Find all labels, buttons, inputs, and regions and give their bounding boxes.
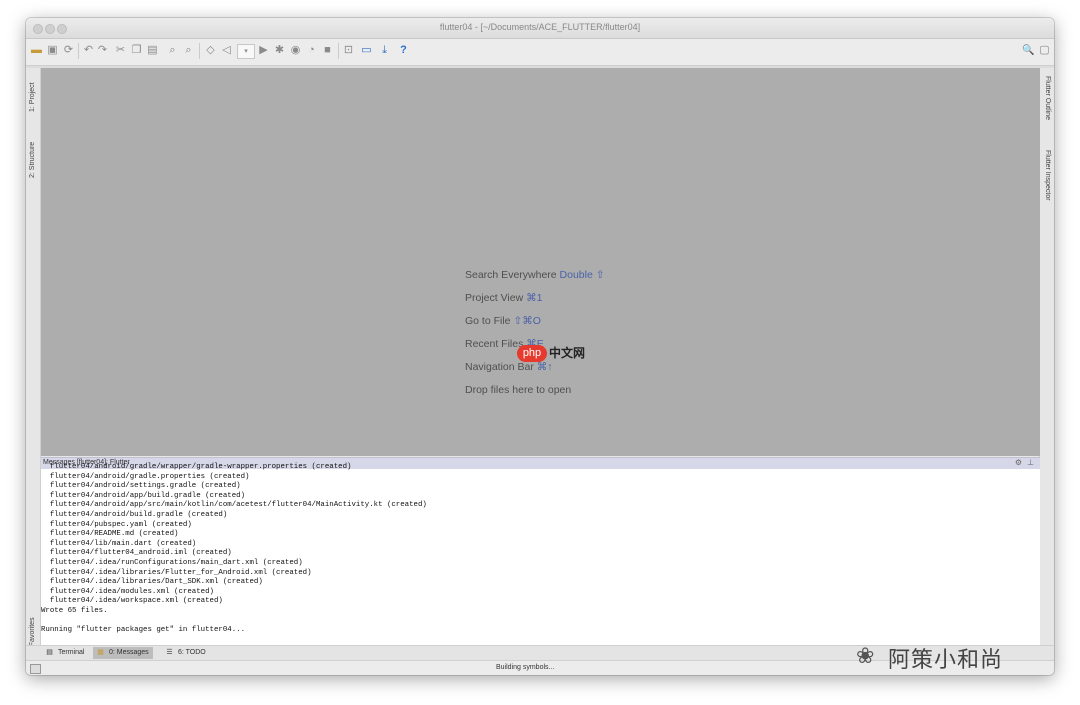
console-line: flutter04/android/gradle/wrapper/gradle-… — [41, 463, 352, 471]
console-line: flutter04/android/settings.gradle (creat… — [41, 482, 241, 491]
todo-icon: ☰ — [166, 649, 173, 656]
editor-hints: Search Everywhere Double ⇧ Project View … — [465, 264, 605, 402]
messages-console[interactable]: flutter04/android/gradle/wrapper/gradle-… — [41, 463, 1040, 645]
profile-icon[interactable]: ◔ — [305, 44, 318, 57]
flutter-outline-tab[interactable]: Flutter Outline — [1044, 76, 1051, 120]
search-icon[interactable]: 🔍 — [1022, 44, 1035, 57]
terminal-icon: ▤ — [46, 649, 53, 656]
copy-icon[interactable]: ❐ — [130, 44, 143, 57]
left-tool-strip: 1: Project 2: Structure 2: Favorites — [26, 68, 41, 656]
download-icon[interactable]: ⤓ — [378, 44, 391, 57]
hint-search-everywhere: Search Everywhere Double ⇧ — [465, 269, 605, 281]
run-icon[interactable]: ▶ — [257, 44, 270, 57]
console-line: flutter04/README.md (created) — [41, 530, 179, 539]
build-icon[interactable]: ◁ — [220, 44, 233, 57]
messages-icon: ▦ — [97, 649, 104, 656]
account-name: 阿策小和尚 — [888, 647, 1004, 672]
profile-avatar-icon[interactable]: ▢ — [1038, 44, 1051, 57]
back-icon[interactable]: ↶ — [82, 44, 95, 57]
toolbar-separator — [78, 43, 79, 59]
console-line: flutter04/android/app/build.gradle (crea… — [41, 491, 246, 500]
structure-tab[interactable]: 2: Structure — [29, 142, 36, 178]
hint-go-to-file: Go to File ⇧⌘O — [465, 315, 541, 327]
console-line: flutter04/.idea/libraries/Flutter_for_An… — [41, 568, 312, 577]
console-line: flutter04/.idea/runConfigurations/main_d… — [41, 559, 303, 567]
save-icon[interactable]: ▣ — [46, 44, 59, 57]
open-icon[interactable]: ▬ — [30, 44, 43, 57]
find-icon[interactable]: ⌕ — [166, 44, 179, 57]
messages-tab[interactable]: ▦ 0: Messages — [93, 647, 153, 659]
todo-tab[interactable]: ☰ 6: TODO — [162, 647, 210, 659]
console-line: flutter04/.idea/libraries/Dart_SDK.xml (… — [41, 578, 263, 587]
cut-icon[interactable]: ✂ — [114, 44, 127, 57]
sdk-icon[interactable]: ⊡ — [342, 44, 355, 57]
console-line: flutter04/pubspec.yaml (created) — [41, 520, 192, 529]
title-bar: flutter04 - [~/Documents/ACE_FLUTTER/flu… — [26, 18, 1054, 39]
editor-empty-area[interactable]: Search Everywhere Double ⇧ Project View … — [41, 68, 1040, 456]
paste-icon[interactable]: ▤ — [146, 44, 159, 57]
make-icon[interactable]: ◇ — [204, 44, 217, 57]
toggle-tool-windows-icon[interactable] — [30, 664, 41, 674]
gear-icon[interactable]: ⚙ — [1015, 458, 1022, 467]
watermark-php-badge: php — [517, 345, 547, 362]
hint-drop-files: Drop files here to open — [465, 384, 572, 396]
coverage-icon[interactable]: ◉ — [289, 44, 302, 57]
messages-tab-label: 0: Messages — [109, 649, 149, 656]
debug-icon[interactable]: ✱ — [273, 44, 286, 57]
right-tool-strip: Flutter Outline Flutter Inspector — [1039, 68, 1054, 656]
hide-panel-icon[interactable]: ⊥ — [1027, 458, 1034, 467]
wechat-icon: ❀ — [856, 643, 875, 668]
console-line: flutter04/.idea/workspace.xml (created) — [41, 597, 223, 606]
main-toolbar: ▬ ▣ ⟳ ↶ ↷ ✂ ❐ ▤ ⌕ ⌕ ◇ ◁ ▾ ▶ ✱ ◉ ◔ ■ ⊡ ▭ … — [26, 39, 1054, 66]
terminal-tab[interactable]: ▤ Terminal — [42, 647, 88, 659]
console-line: flutter04/lib/main.dart (created) — [41, 539, 197, 548]
flutter-inspector-tab[interactable]: Flutter Inspector — [1044, 150, 1051, 201]
replace-icon[interactable]: ⌕ — [182, 44, 195, 57]
todo-tab-label: 6: TODO — [178, 649, 206, 656]
stop-icon[interactable]: ■ — [321, 44, 334, 57]
ide-window: flutter04 - [~/Documents/ACE_FLUTTER/flu… — [26, 18, 1054, 675]
console-line: Running "flutter packages get" in flutte… — [41, 626, 246, 635]
hint-project-view: Project View ⌘1 — [465, 292, 543, 304]
terminal-tab-label: Terminal — [58, 649, 85, 656]
toolbar-separator — [199, 43, 200, 59]
console-line: Wrote 65 files. — [41, 607, 108, 615]
console-line: flutter04/.idea/modules.xml (created) — [41, 587, 214, 596]
window-title: flutter04 - [~/Documents/ACE_FLUTTER/flu… — [439, 22, 641, 32]
watermark-cn-text: 中文网 — [549, 346, 586, 360]
console-line: flutter04/android/build.gradle (created) — [41, 511, 228, 519]
avd-icon[interactable]: ▭ — [360, 44, 373, 57]
toolbar-separator — [338, 43, 339, 59]
status-text: Building symbols... — [496, 664, 555, 671]
wechat-branding: ❀ 阿策小和尚 — [856, 640, 1056, 674]
project-tab[interactable]: 1: Project — [29, 82, 36, 112]
console-line: flutter04/flutter04_android.iml (created… — [41, 549, 232, 558]
sync-icon[interactable]: ⟳ — [62, 44, 75, 57]
forward-icon[interactable]: ↷ — [96, 44, 109, 57]
console-line: flutter04/android/app/src/main/kotlin/co… — [41, 501, 427, 510]
run-config-select[interactable]: ▾ — [237, 44, 255, 59]
help-icon[interactable]: ? — [397, 44, 410, 57]
php-watermark-logo: php 中文网 — [517, 345, 597, 363]
console-line: flutter04/android/gradle.properties (cre… — [41, 472, 250, 481]
